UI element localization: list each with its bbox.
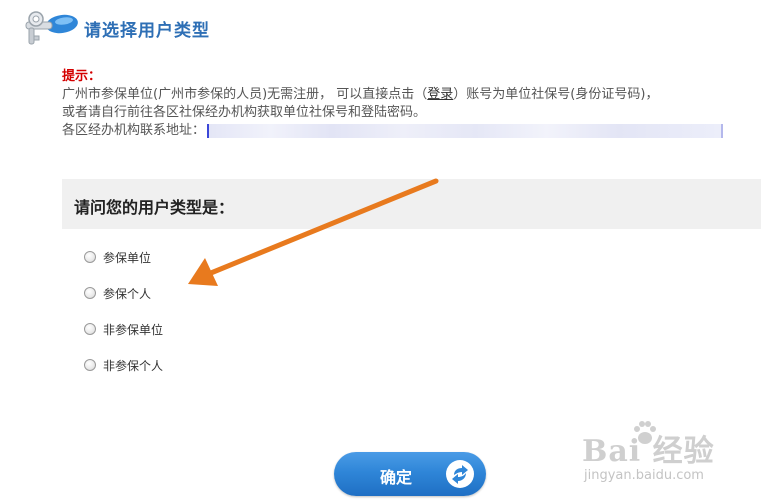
option-label: 参保单位	[103, 250, 152, 265]
notice-line-1: 广州市参保单位(广州市参保的人员)无需注册， 可以直接点击（登录）账号为单位社保…	[62, 86, 752, 104]
option-label: 非参保个人	[103, 358, 164, 373]
radio-insured-individual[interactable]	[84, 287, 96, 299]
option-uninsured-individual[interactable]: 非参保个人	[84, 356, 163, 374]
radio-uninsured-unit[interactable]	[84, 323, 96, 335]
notice: 提示： 广州市参保单位(广州市参保的人员)无需注册， 可以直接点击（登录）账号为…	[62, 68, 752, 140]
option-insured-individual[interactable]: 参保个人	[84, 284, 151, 302]
header: 请选择用户类型	[0, 0, 761, 52]
notice-line-2: 或者请自行前往各区社保经办机构获取单位社保号和登陆密码。	[62, 105, 427, 120]
address-link-blurred[interactable]	[207, 123, 724, 138]
baidu-watermark: Bai 经验 jingyan.baidu.com	[582, 418, 757, 494]
radio-uninsured-individual[interactable]	[84, 359, 96, 371]
address-label: 各区经办机构联系地址：	[62, 123, 206, 138]
hint-label: 提示：	[62, 69, 102, 84]
question-title: 请问您的用户类型是：	[74, 198, 235, 217]
notice-line-1-text: 广州市参保单位(广州市参保的人员)无需注册， 可以直接点击（	[62, 87, 428, 102]
option-label: 参保个人	[103, 286, 152, 301]
question-box: 请问您的用户类型是：	[62, 179, 761, 229]
confirm-label: 确定	[380, 468, 413, 487]
option-insured-unit[interactable]: 参保单位	[84, 248, 151, 266]
key-icon	[25, 11, 78, 45]
arrow-right-icon	[446, 460, 474, 488]
watermark-main: Bai 经验	[582, 434, 715, 469]
confirm-button[interactable]: 确定	[334, 452, 486, 496]
page-title: 请选择用户类型	[84, 21, 210, 41]
option-uninsured-unit[interactable]: 非参保单位	[84, 320, 163, 338]
login-link[interactable]: 登录	[427, 87, 453, 102]
watermark-sub: jingyan.baidu.com	[584, 468, 704, 483]
notice-line-3: 各区经办机构联系地址：	[62, 122, 752, 140]
paw-icon	[634, 421, 656, 444]
radio-insured-unit[interactable]	[84, 251, 96, 263]
option-label: 非参保单位	[103, 322, 164, 337]
notice-line-1-tail: ）账号为单位社保号(身份证号码)，	[453, 87, 659, 102]
